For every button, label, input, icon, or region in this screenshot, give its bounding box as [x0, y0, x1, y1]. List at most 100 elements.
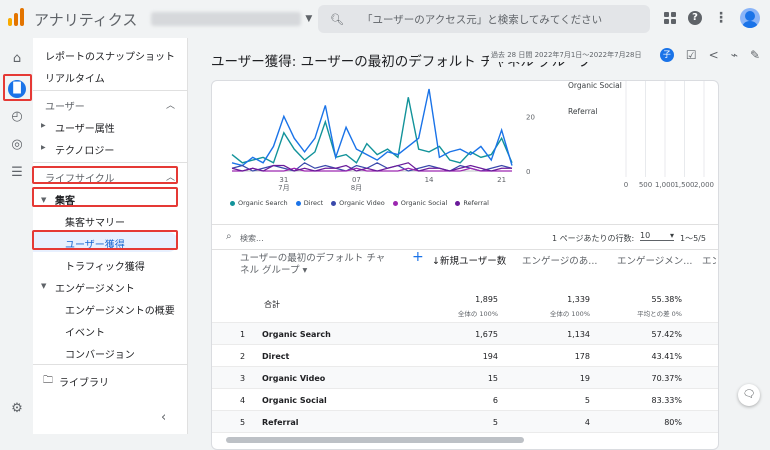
- apps-icon[interactable]: [664, 12, 676, 24]
- app-brand: アナリティクス: [34, 10, 138, 29]
- legend-item[interactable]: Referral: [455, 199, 489, 207]
- row-new-users: 5: [492, 418, 498, 427]
- bar-category-label: Organic Social: [568, 81, 622, 90]
- sidebar-item-realtime[interactable]: リアルタイム: [45, 70, 105, 85]
- sidebar-nav: レポートのスナップショット リアルタイム ユーザー ︿ ▶ ユーザー属性 ▶ テ…: [33, 38, 188, 434]
- expand-right-icon[interactable]: ▶: [41, 122, 46, 129]
- x-tick-label: 21: [497, 176, 506, 184]
- row-eng-sessions: 19: [579, 374, 590, 383]
- sidebar-item-user-attr[interactable]: ユーザー属性: [55, 120, 115, 135]
- totals-eng: 1,339: [567, 295, 590, 304]
- row-eng-sessions: 4: [584, 418, 590, 427]
- row-eng-rate: 83.33%: [651, 396, 682, 405]
- chevron-down-icon[interactable]: ▼: [305, 14, 312, 24]
- col-header-more[interactable]: エン ユー: [702, 253, 716, 267]
- table-row[interactable]: 2 Direct 194 178 43.41%: [212, 345, 718, 367]
- rows-per-page-select[interactable]: 10 ▾: [640, 231, 674, 241]
- account-selector[interactable]: [151, 12, 302, 26]
- legend-dot-icon: [295, 200, 301, 206]
- x-tick-label: 14: [425, 176, 434, 184]
- bar-x-tick-label: 2,000: [694, 181, 714, 189]
- add-column-icon[interactable]: +: [412, 249, 424, 265]
- col-header-new-users[interactable]: ↓新規ユーザー数: [432, 253, 506, 267]
- collapse-nav-icon[interactable]: ‹: [161, 410, 166, 425]
- sidebar-section-user[interactable]: ユーザー: [45, 98, 85, 113]
- date-range[interactable]: 過去 28 日間 2022年7月1日～2022年7月28日: [489, 48, 644, 62]
- dropdown-icon: ▾: [669, 231, 674, 240]
- table-search-input[interactable]: 検索...: [240, 233, 264, 244]
- sidebar-item-acq-overview[interactable]: 集客サマリー: [65, 214, 125, 229]
- y-tick-label: 20: [526, 113, 535, 121]
- reports-icon[interactable]: ▐▌: [8, 80, 26, 98]
- settings-icon[interactable]: ⚙: [8, 400, 26, 418]
- row-new-users: 1,675: [475, 330, 498, 339]
- sidebar-item-conversions[interactable]: コンバージョン: [65, 346, 135, 361]
- series-line-organic-search: [231, 97, 513, 164]
- chevron-up-icon[interactable]: ︿: [166, 98, 175, 111]
- table-row[interactable]: 3 Organic Video 15 19 70.37%: [212, 367, 718, 389]
- help-icon[interactable]: ?: [688, 11, 702, 25]
- table-row[interactable]: 4 Organic Social 6 5 83.33%: [212, 389, 718, 411]
- bar-x-tick-label: 1,000: [655, 181, 675, 189]
- feedback-icon[interactable]: 🗨︎: [738, 384, 760, 406]
- table-toolbar: ⌕ 検索... 1 ページあたりの行数: 10 ▾ 1〜5/5: [212, 224, 718, 250]
- col-header-eng-sessions[interactable]: エンゲージのあ...: [522, 253, 597, 267]
- chevron-up-icon[interactable]: ︿: [166, 170, 175, 183]
- legend-label: Organic Social: [400, 199, 448, 207]
- sidebar-item-traffic-acquisition[interactable]: トラフィック獲得: [65, 258, 145, 273]
- legend-item[interactable]: Organic Search: [230, 199, 288, 207]
- sidebar-item-eng-overview[interactable]: エンゲージメントの概要: [65, 302, 175, 317]
- home-icon[interactable]: ⌂: [8, 50, 26, 68]
- insights-icon[interactable]: ⌁: [731, 48, 738, 62]
- sidebar-item-events[interactable]: イベント: [65, 324, 105, 339]
- sidebar-item-tech[interactable]: テクノロジー: [55, 142, 114, 157]
- list-icon[interactable]: ☰: [8, 164, 26, 182]
- share-icon[interactable]: <: [709, 48, 719, 62]
- horizontal-scrollbar[interactable]: [226, 437, 524, 443]
- row-index: 2: [240, 352, 246, 361]
- report-card: 0 20 31 7月 07 8月 14 21 0 500 1,000 1,500 2,000 Orga…: [211, 80, 719, 450]
- col-header-eng-rate[interactable]: エンゲージメン...: [617, 253, 692, 267]
- sidebar-item-acquisition[interactable]: 集客: [55, 192, 75, 207]
- edit-report-icon[interactable]: ☑: [686, 48, 697, 62]
- legend-item[interactable]: Direct: [295, 199, 323, 207]
- y-tick-label: 0: [526, 168, 530, 176]
- legend-label: Organic Video: [339, 199, 385, 207]
- sidebar-item-engagement[interactable]: エンゲージメント: [55, 280, 135, 295]
- line-chart: 0 20 317月 078月 14 21: [231, 88, 535, 192]
- expand-right-icon[interactable]: ▶: [41, 144, 46, 151]
- compare-badge[interactable]: 子: [659, 48, 674, 62]
- expand-down-icon[interactable]: ▼: [41, 196, 46, 204]
- table-row[interactable]: 5 Referral 5 4 80%: [212, 411, 718, 433]
- table-row[interactable]: 1 Organic Search 1,675 1,134 57.42%: [212, 323, 718, 345]
- bar-category-label: Referral: [568, 107, 598, 116]
- legend-item[interactable]: Organic Social: [392, 199, 448, 207]
- search-icon: 🔍︎: [330, 12, 344, 26]
- pencil-icon[interactable]: ✎: [750, 48, 760, 62]
- totals-rate-sub: 平均との差 0%: [637, 310, 682, 318]
- legend-dot-icon: [331, 200, 337, 206]
- sidebar-item-snapshot[interactable]: レポートのスナップショット: [45, 48, 175, 63]
- more-vert-icon[interactable]: ⋮: [714, 10, 728, 26]
- totals-eng-sub: 全体の 100%: [549, 310, 590, 318]
- advertising-icon[interactable]: ◎: [8, 136, 26, 154]
- bar-chart: 0 500 1,000 1,500 2,000: [624, 81, 714, 189]
- search-bar[interactable]: 🔍︎ 「ユーザーのアクセス元」と検索してみてください: [318, 5, 650, 33]
- row-eng-sessions: 5: [584, 396, 590, 405]
- explore-icon[interactable]: ◴: [8, 108, 26, 126]
- legend-item[interactable]: Organic Video: [331, 199, 385, 207]
- totals-row: 合計 1,895 全体の 100% 1,339 全体の 100% 55.38% …: [212, 287, 718, 323]
- avatar[interactable]: [740, 8, 760, 28]
- sidebar-item-user-acquisition[interactable]: ユーザー獲得: [65, 236, 125, 251]
- row-eng-rate: 70.37%: [651, 374, 682, 383]
- totals-label: 合計: [264, 300, 280, 309]
- expand-down-icon[interactable]: ▼: [41, 282, 46, 290]
- sidebar-section-lifecycle[interactable]: ライフサイクル: [45, 170, 115, 185]
- col-header-dimension[interactable]: ユーザーの最初のデフォルト チャネル グループ ▾: [240, 253, 390, 277]
- pagination-text: 1〜5/5: [680, 234, 706, 243]
- totals-new-users: 1,895: [475, 295, 498, 304]
- row-channel: Organic Social: [262, 396, 327, 405]
- row-channel: Organic Video: [262, 374, 326, 383]
- sidebar-item-library[interactable]: ライブラリ: [59, 374, 109, 389]
- row-eng-rate: 43.41%: [651, 352, 682, 361]
